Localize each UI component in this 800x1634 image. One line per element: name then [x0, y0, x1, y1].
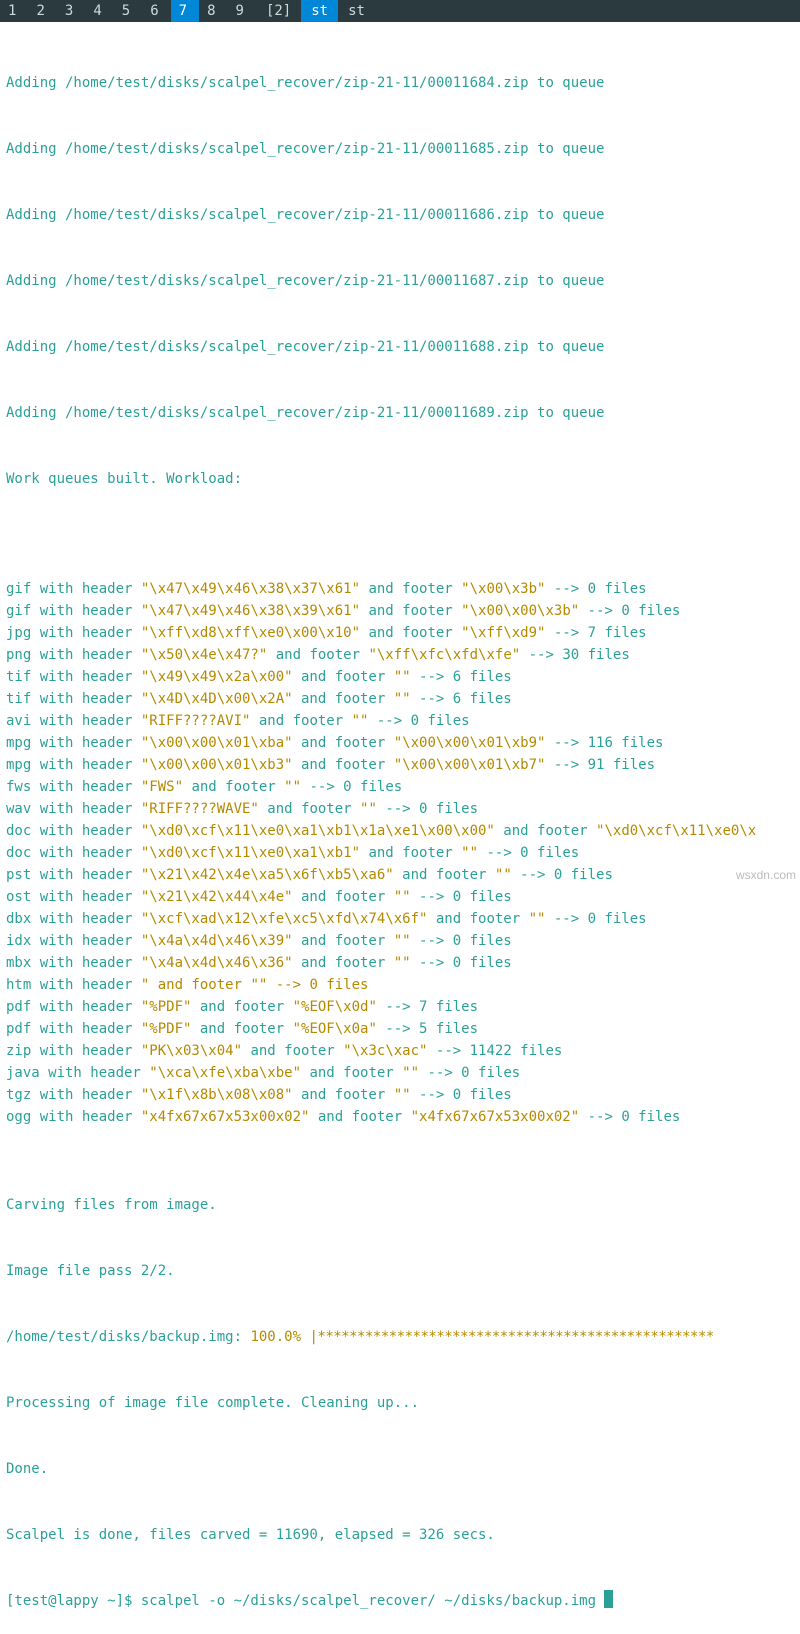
workload-line: tif with header "\x49\x49\x2a\x00" and f… — [6, 666, 794, 688]
workload-line: gif with header "\x47\x49\x46\x38\x37\x6… — [6, 578, 794, 600]
workload-line: jpg with header "\xff\xd8\xff\xe0\x00\x1… — [6, 622, 794, 644]
workload-line: ogg with header "x4fx67x67x53x00x02" and… — [6, 1106, 794, 1128]
output-line: Done. — [6, 1458, 794, 1480]
output-line: Adding /home/test/disks/scalpel_recover/… — [6, 204, 794, 226]
workspace-2[interactable]: 2 — [28, 0, 56, 22]
workspace-1[interactable]: 1 — [0, 0, 28, 22]
window-title-2[interactable]: st — [338, 0, 375, 22]
watermark: wsxdn.com — [736, 868, 796, 882]
output-line: Image file pass 2/2. — [6, 1260, 794, 1282]
output-line: Processing of image file complete. Clean… — [6, 1392, 794, 1414]
progress-bar: |***************************************… — [309, 1329, 713, 1345]
workload-line: mbx with header "\x4a\x4d\x46\x36" and f… — [6, 952, 794, 974]
workload-line: ost with header "\x21\x42\x44\x4e" and f… — [6, 886, 794, 908]
output-line: Scalpel is done, files carved = 11690, e… — [6, 1524, 794, 1546]
output-line: Adding /home/test/disks/scalpel_recover/… — [6, 138, 794, 160]
workspace-5[interactable]: 5 — [114, 0, 142, 22]
output-line: Adding /home/test/disks/scalpel_recover/… — [6, 402, 794, 424]
workload-line: htm with header " and footer "" --> 0 fi… — [6, 974, 794, 996]
status-bar: 1 2 3 4 5 6 7 8 9 [2] st st — [0, 0, 800, 22]
output-line: Adding /home/test/disks/scalpel_recover/… — [6, 336, 794, 358]
workload-line: tif with header "\x4D\x4D\x00\x2A" and f… — [6, 688, 794, 710]
workload-line: doc with header "\xd0\xcf\x11\xe0\xa1\xb… — [6, 842, 794, 864]
cursor — [604, 1590, 613, 1608]
workload-line: mpg with header "\x00\x00\x01\xba" and f… — [6, 732, 794, 754]
workload-line: tgz with header "\x1f\x8b\x08\x08" and f… — [6, 1084, 794, 1106]
workload-line: mpg with header "\x00\x00\x01\xb3" and f… — [6, 754, 794, 776]
command-input[interactable]: scalpel -o ~/disks/scalpel_recover/ ~/di… — [141, 1593, 605, 1609]
workload-line: fws with header "FWS" and footer "" --> … — [6, 776, 794, 798]
workspace-4[interactable]: 4 — [85, 0, 113, 22]
workspace-7[interactable]: 7 — [171, 0, 199, 22]
output-line: /home/test/disks/backup.img: 100.0% |***… — [6, 1326, 794, 1348]
workload-line: java with header "\xca\xfe\xba\xbe" and … — [6, 1062, 794, 1084]
workload-line: pst with header "\x21\x42\x4e\xa5\x6f\xb… — [6, 864, 794, 886]
terminal[interactable]: Adding /home/test/disks/scalpel_recover/… — [0, 22, 800, 1634]
workspace-6[interactable]: 6 — [142, 0, 170, 22]
prompt-line[interactable]: [test@lappy ~]$ scalpel -o ~/disks/scalp… — [6, 1590, 794, 1612]
workspace-8[interactable]: 8 — [199, 0, 227, 22]
workload-line: pdf with header "%PDF" and footer "%EOF\… — [6, 1018, 794, 1040]
workload-line: png with header "\x50\x4e\x47?" and foot… — [6, 644, 794, 666]
output-line: Carving files from image. — [6, 1194, 794, 1216]
workspace-9[interactable]: 9 — [228, 0, 256, 22]
workload-line: wav with header "RIFF????WAVE" and foote… — [6, 798, 794, 820]
progress-percent: 100.0% — [250, 1329, 301, 1345]
workload-line: doc with header "\xd0\xcf\x11\xe0\xa1\xb… — [6, 820, 794, 842]
output-line: Work queues built. Workload: — [6, 468, 794, 490]
workload-line: avi with header "RIFF????AVI" and footer… — [6, 710, 794, 732]
output-line: Adding /home/test/disks/scalpel_recover/… — [6, 270, 794, 292]
workspace-3[interactable]: 3 — [57, 0, 85, 22]
workload-line: pdf with header "%PDF" and footer "%EOF\… — [6, 996, 794, 1018]
workload-line: zip with header "PK\x03\x04" and footer … — [6, 1040, 794, 1062]
output-line: Adding /home/test/disks/scalpel_recover/… — [6, 72, 794, 94]
shell-prompt: [test@lappy ~]$ — [6, 1593, 141, 1609]
window-title-active[interactable]: st — [301, 0, 338, 22]
workload-line: idx with header "\x4a\x4d\x46\x39" and f… — [6, 930, 794, 952]
workload-line: gif with header "\x47\x49\x46\x38\x39\x6… — [6, 600, 794, 622]
workload-line: dbx with header "\xcf\xad\x12\xfe\xc5\xf… — [6, 908, 794, 930]
layout-indicator: [2] — [256, 0, 301, 22]
